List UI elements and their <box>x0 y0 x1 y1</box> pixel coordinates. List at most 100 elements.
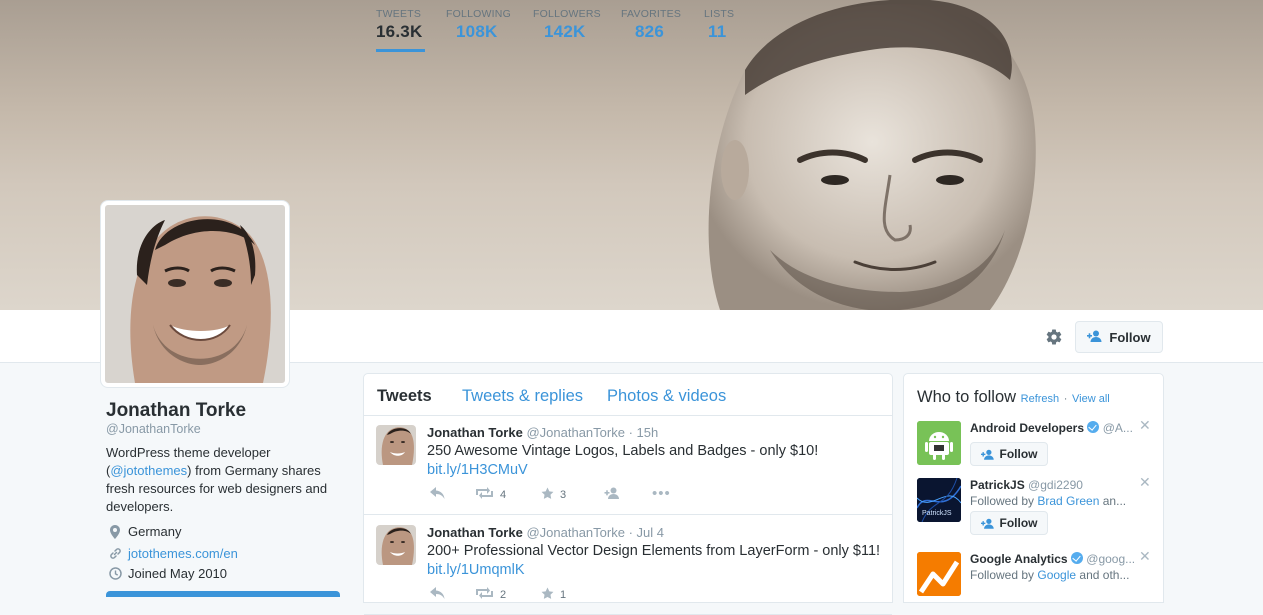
location-text: Germany <box>128 524 182 539</box>
followed-by-link[interactable]: Google <box>1037 568 1076 582</box>
tweet-to-button[interactable] <box>106 591 340 597</box>
favorite-button[interactable]: 1 <box>541 587 566 603</box>
tweet-text: 200+ Professional Vector Design Elements… <box>427 542 887 580</box>
retweet-button[interactable]: 4 <box>475 487 506 502</box>
tweet-link[interactable]: bit.ly/1UmqmlK <box>427 562 525 578</box>
tweet-header: Jonathan Torke @JonathanTorke · Jul 4 <box>427 525 664 540</box>
profile-bio: WordPress theme developer (@jotothemes) … <box>106 444 342 516</box>
location-pin-icon <box>108 524 122 539</box>
close-icon[interactable]: ✕ <box>1139 417 1151 434</box>
stat-favorites[interactable]: FAVORITES 826 <box>621 8 681 52</box>
followed-by-link[interactable]: Brad Green <box>1037 494 1099 508</box>
suggestion-name-row: Android Developers @A... <box>970 421 1133 435</box>
follow-user-icon <box>980 449 994 460</box>
reply-icon[interactable] <box>430 587 445 599</box>
suggestion-android-developers: Android Developers @A... ✕ Follow <box>917 417 1157 483</box>
close-icon[interactable]: ✕ <box>1139 548 1151 565</box>
retweet-icon <box>475 487 494 502</box>
suggestion-social-context: Followed by Google and oth... <box>970 568 1129 582</box>
refresh-link[interactable]: Refresh <box>1021 393 1060 405</box>
tab-tweets[interactable]: Tweets <box>377 387 432 406</box>
favorite-star-icon <box>541 587 554 603</box>
close-icon[interactable]: ✕ <box>1139 474 1151 491</box>
android-icon[interactable] <box>917 421 961 465</box>
suggestion-follow-button[interactable]: Follow <box>970 511 1048 535</box>
follow-user-icon <box>980 518 994 529</box>
profile-name[interactable]: Jonathan Torke <box>106 400 246 422</box>
suggestion-name[interactable]: Google Analytics <box>970 552 1068 566</box>
tweet-author-handle[interactable]: @JonathanTorke <box>526 525 624 540</box>
profile-avatar[interactable] <box>101 201 289 387</box>
favorite-count: 1 <box>560 589 567 601</box>
stat-following[interactable]: FOLLOWING 108K <box>446 8 511 52</box>
tweet-body: 250 Awesome Vintage Logos, Labels and Ba… <box>427 443 819 459</box>
avatar-photo <box>105 205 285 383</box>
tweet-avatar[interactable] <box>376 525 416 565</box>
suggestion-name-row: PatrickJS @gdi2290 <box>970 478 1083 492</box>
who-to-follow-title: Who to follow <box>917 388 1017 406</box>
favorite-count: 3 <box>560 489 567 501</box>
suggestion-name[interactable]: Android Developers <box>970 421 1084 435</box>
stat-label: TWEETS <box>376 8 422 20</box>
tweet-avatar[interactable] <box>376 425 416 465</box>
view-all-link[interactable]: View all <box>1072 393 1110 405</box>
follow-button[interactable]: Follow <box>1075 321 1163 353</box>
who-to-follow-header: Who to follow Refresh · View all <box>917 388 1110 407</box>
tab-photos-videos[interactable]: Photos & videos <box>607 387 726 406</box>
timeline-tabs: Tweets Tweets & replies Photos & videos <box>364 374 892 416</box>
who-to-follow-module: Who to follow Refresh · View all Android… <box>903 373 1164 603</box>
more-icon[interactable]: ••• <box>652 485 671 502</box>
tweet-author-name[interactable]: Jonathan Torke <box>427 525 523 540</box>
suggestion-follow-button[interactable]: Follow <box>970 442 1048 466</box>
followed-by-text: Followed by <box>970 494 1038 508</box>
suggestion-handle[interactable]: @goog... <box>1086 552 1135 566</box>
patrickjs-avatar-text: PatrickJS <box>922 510 952 517</box>
profile-joined: Joined May 2010 <box>108 566 227 581</box>
follow-button-label: Follow <box>1109 329 1151 345</box>
retweet-count: 4 <box>500 488 507 501</box>
favorite-button[interactable]: 3 <box>541 487 566 503</box>
suggestion-name-row: Google Analytics @goog... <box>970 552 1135 566</box>
follow-icon[interactable] <box>604 487 621 499</box>
tweet-text: 250 Awesome Vintage Logos, Labels and Ba… <box>427 442 887 480</box>
stat-tweets[interactable]: TWEETS 16.3K <box>376 8 425 52</box>
stat-label: FOLLOWING <box>446 8 511 20</box>
website-link[interactable]: jotothemes.com/en <box>128 546 238 561</box>
tweet-link[interactable]: bit.ly/1H3CMuV <box>427 462 528 478</box>
bio-mention-link[interactable]: @jotothemes <box>110 463 187 478</box>
link-icon <box>108 547 122 560</box>
analytics-icon[interactable] <box>917 552 961 596</box>
suggestion-name[interactable]: PatrickJS <box>970 478 1025 492</box>
tweet[interactable]: Jonathan Torke @JonathanTorke · 15h 250 … <box>364 415 892 515</box>
suggestion-social-context: Followed by Brad Green an... <box>970 494 1126 508</box>
suggestion-patrickjs: PatrickJS PatrickJS @gdi2290 Followed by… <box>917 474 1157 540</box>
tweet-author-handle[interactable]: @JonathanTorke <box>526 425 624 440</box>
reply-icon[interactable] <box>430 487 445 499</box>
tab-tweets-replies[interactable]: Tweets & replies <box>462 387 583 406</box>
stat-followers[interactable]: FOLLOWERS 142K <box>533 8 601 52</box>
tweet-author-name[interactable]: Jonathan Torke <box>427 425 523 440</box>
timeline: Tweets Tweets & replies Photos & videos … <box>363 373 893 615</box>
tweet-timestamp[interactable]: · Jul 4 <box>629 525 664 540</box>
patrickjs-avatar[interactable]: PatrickJS <box>917 478 961 522</box>
joined-text: Joined May 2010 <box>128 566 228 581</box>
suggestion-google-analytics: Google Analytics @goog... Followed by Go… <box>917 548 1157 614</box>
gear-icon[interactable] <box>1043 326 1065 348</box>
stat-value: 108K <box>456 22 498 41</box>
followed-by-rest: an... <box>1099 494 1127 508</box>
favorite-star-icon <box>541 487 554 503</box>
profile-handle[interactable]: @JonathanTorke <box>106 422 201 436</box>
tweet-header: Jonathan Torke @JonathanTorke · 15h <box>427 425 658 440</box>
follow-label: Follow <box>999 516 1038 530</box>
verified-icon <box>1087 421 1100 433</box>
suggestion-handle[interactable]: @gdi2290 <box>1028 478 1083 492</box>
tweet[interactable]: Jonathan Torke @JonathanTorke · Jul 4 20… <box>364 515 892 615</box>
followed-by-rest: and oth... <box>1076 568 1130 582</box>
stat-value: 142K <box>544 22 586 41</box>
tweet-body: 200+ Professional Vector Design Elements… <box>427 543 881 559</box>
follow-label: Follow <box>999 447 1038 461</box>
separator: · <box>1063 393 1068 405</box>
stat-lists[interactable]: LISTS 11 <box>704 8 734 52</box>
tweet-timestamp[interactable]: · 15h <box>629 425 659 440</box>
suggestion-handle[interactable]: @A... <box>1103 421 1133 435</box>
